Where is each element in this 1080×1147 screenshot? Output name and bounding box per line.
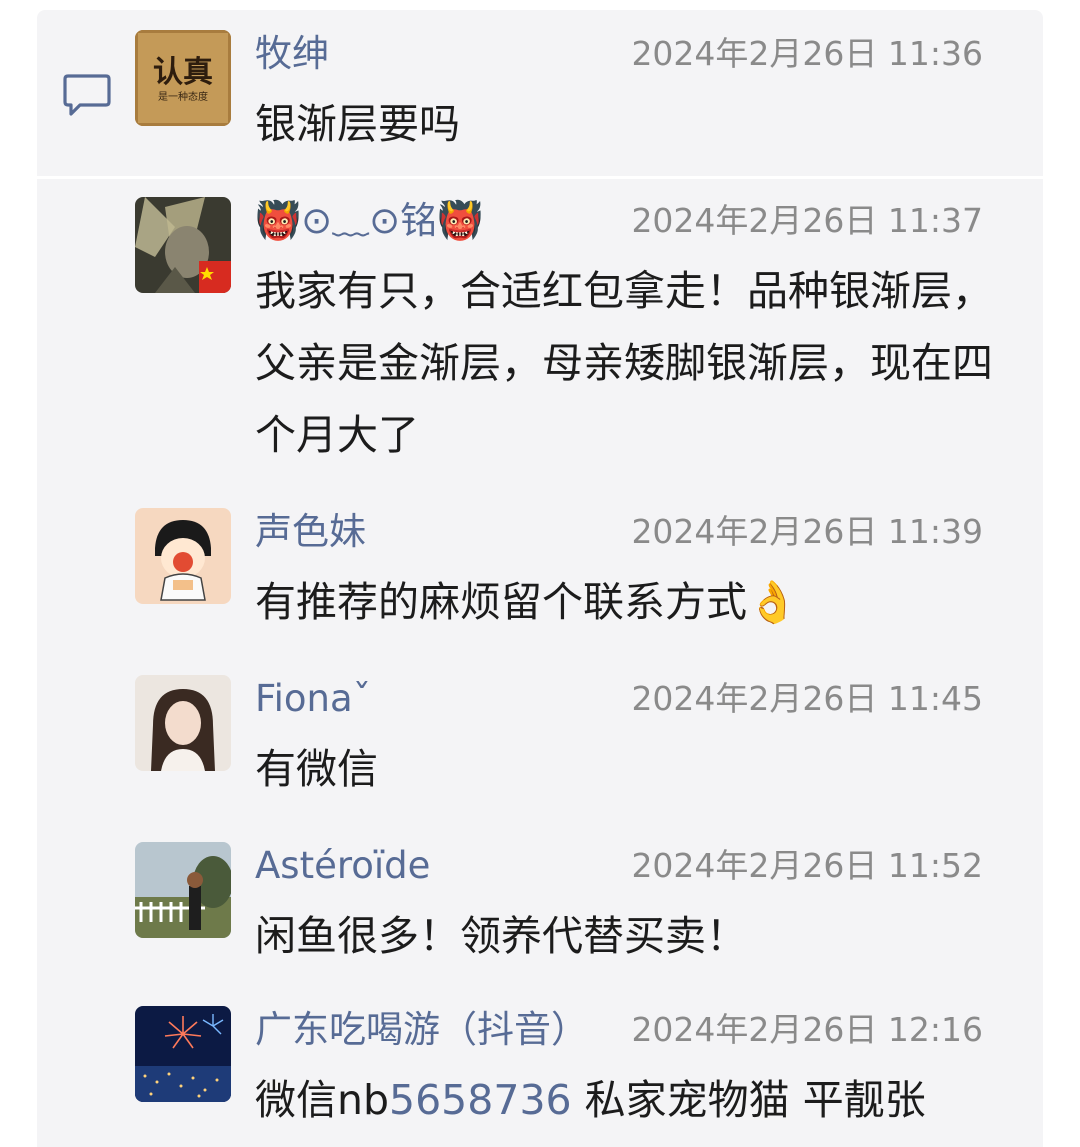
comment-author[interactable]: Astéroïde bbox=[255, 842, 430, 890]
divider bbox=[37, 176, 1043, 179]
avatar[interactable] bbox=[135, 675, 231, 771]
comment-text: 我家有只，合适红包拿走！品种银渐层，父亲是金渐层，母亲矮脚银渐层，现在四个月大了 bbox=[255, 267, 993, 459]
ok-hand-emoji: 👌 bbox=[747, 578, 799, 626]
comment-time: 2024年2月26日 11:37 bbox=[631, 201, 983, 240]
comment-text: 有推荐的麻烦留个联系方式👌 bbox=[255, 578, 799, 626]
comment-time: 2024年2月26日 12:16 bbox=[631, 1010, 983, 1049]
comment-text: 微信nb5658736 私家宠物猫 平靓张 bbox=[255, 1076, 926, 1124]
comment-author[interactable]: Fionaˇ bbox=[255, 675, 371, 723]
avatar[interactable] bbox=[135, 842, 231, 938]
avatar[interactable] bbox=[135, 1006, 231, 1102]
avatar[interactable]: 认真 是一种态度 bbox=[135, 30, 231, 126]
comment-text: 银渐层要吗 bbox=[255, 100, 460, 148]
wechat-id-link[interactable]: 5658736 bbox=[389, 1076, 572, 1124]
comment-time: 2024年2月26日 11:39 bbox=[631, 512, 983, 551]
comment-time: 2024年2月26日 11:52 bbox=[631, 846, 983, 885]
avatar-logo-subtext: 是一种态度 bbox=[158, 90, 208, 103]
comment-author[interactable]: 广东吃喝游（抖音） bbox=[255, 1006, 588, 1054]
comment-author[interactable]: 👹⊙﹏⊙铭👹 bbox=[255, 197, 483, 245]
avatar-logo-text: 认真 bbox=[153, 55, 213, 90]
comment-author[interactable]: 声色妹 bbox=[255, 508, 366, 556]
comment-icon bbox=[63, 74, 111, 116]
avatar[interactable] bbox=[135, 197, 231, 293]
comment-text: 闲鱼很多！领养代替买卖！ bbox=[255, 912, 747, 960]
comment-text: 有微信 bbox=[255, 745, 378, 793]
comment-time: 2024年2月26日 11:45 bbox=[631, 679, 983, 718]
comment-author[interactable]: 牧绅 bbox=[255, 30, 329, 78]
avatar[interactable] bbox=[135, 508, 231, 604]
comment-time: 2024年2月26日 11:36 bbox=[631, 34, 983, 73]
